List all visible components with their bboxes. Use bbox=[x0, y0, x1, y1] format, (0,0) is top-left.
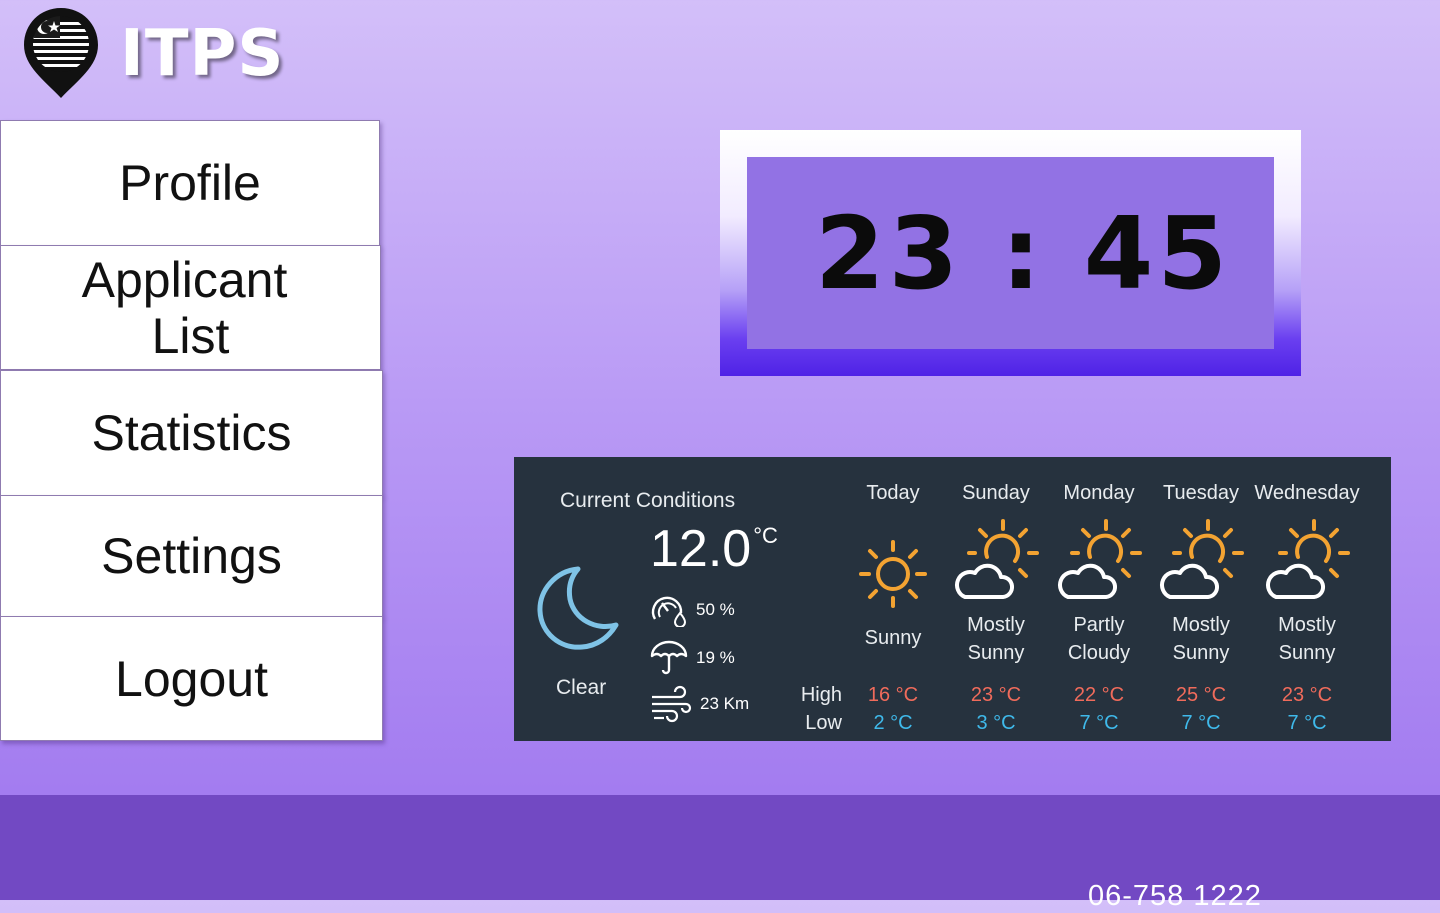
forecast-condition-line1: Mostly bbox=[1278, 614, 1336, 636]
forecast-low: 7 °C bbox=[1287, 712, 1327, 734]
forecast-high: 25 °C bbox=[1175, 684, 1227, 706]
forecast-day-name: Monday bbox=[1063, 482, 1135, 504]
forecast-condition-line1: Mostly bbox=[967, 614, 1025, 636]
statistics-label: Statistics bbox=[91, 405, 292, 461]
settings-button[interactable]: Settings bbox=[0, 495, 383, 617]
applicant-list-label-line2: List bbox=[151, 307, 230, 364]
forecast-low: 7 °C bbox=[1181, 712, 1221, 734]
forecast-high: 16 °C bbox=[867, 684, 919, 706]
forecast-day-today: Today Sunny 16 °C 2 °C bbox=[838, 457, 948, 741]
profile-label: Profile bbox=[119, 155, 261, 211]
precipitation-metric: 19 % bbox=[650, 640, 735, 676]
forecast-low: 7 °C bbox=[1079, 712, 1119, 734]
forecast-day-name: Tuesday bbox=[1163, 482, 1239, 504]
forecast-day-name: Today bbox=[866, 482, 920, 504]
logout-label: Logout bbox=[115, 650, 268, 707]
forecast-day-name: Wednesday bbox=[1254, 482, 1360, 504]
applicant-list-button[interactable]: Applicant List bbox=[0, 245, 381, 370]
logout-button[interactable]: Logout bbox=[0, 616, 383, 741]
forecast-low: 3 °C bbox=[976, 712, 1016, 734]
clock-time: 23 : 45 bbox=[815, 194, 1231, 312]
humidity-gauge-icon bbox=[651, 596, 687, 627]
weather-widget: Current Conditions 12.0°C Clear 50 % 19 … bbox=[514, 457, 1391, 741]
forecast-day-wednesday: Wednesday Mostly Sunny 23 °C 7 °C bbox=[1252, 457, 1362, 741]
sun-cloud-icon bbox=[1160, 519, 1244, 599]
forecast-day-name: Sunday bbox=[962, 482, 1030, 504]
current-temperature: 12.0°C bbox=[650, 519, 778, 579]
sun-cloud-icon bbox=[955, 519, 1039, 599]
humidity-metric: 50 % bbox=[650, 593, 735, 627]
applicant-list-label-line1: Applicant bbox=[81, 251, 288, 308]
current-condition: Clear bbox=[556, 676, 607, 699]
forecast-high: 23 °C bbox=[970, 684, 1022, 706]
forecast-condition-line2: Sunny bbox=[967, 642, 1025, 664]
temperature-unit: °C bbox=[753, 523, 778, 548]
forecast-condition-line1: Partly bbox=[1073, 614, 1125, 636]
sun-cloud-icon bbox=[1266, 519, 1350, 599]
profile-button[interactable]: Profile bbox=[0, 120, 380, 246]
precipitation-value: 19 % bbox=[696, 648, 735, 667]
sun-icon bbox=[859, 540, 927, 608]
forecast-condition-line2: Cloudy bbox=[1067, 642, 1131, 664]
sun-cloud-icon bbox=[1058, 519, 1142, 599]
clock-face: 23 : 45 bbox=[747, 157, 1274, 349]
forecast-condition-line1: Mostly bbox=[1172, 614, 1230, 636]
app-title: ITPS bbox=[120, 17, 285, 91]
humidity-value: 50 % bbox=[696, 600, 735, 619]
settings-label: Settings bbox=[101, 528, 282, 584]
clock-widget: 23 : 45 bbox=[720, 130, 1301, 376]
forecast-condition-line2: Sunny bbox=[1278, 642, 1336, 664]
forecast-day-sunday: Sunday Mostly Sunny 23 °C 3 °C bbox=[941, 457, 1051, 741]
wind-value: 23 Km bbox=[700, 694, 750, 713]
forecast-condition-line2: Sunny bbox=[1172, 642, 1230, 664]
forecast-day-tuesday: Tuesday Mostly Sunny 25 °C 7 °C bbox=[1146, 457, 1256, 741]
current-conditions-title: Current Conditions bbox=[560, 489, 736, 512]
high-label: High bbox=[800, 684, 842, 706]
wind-icon bbox=[652, 685, 692, 723]
wind-metric: 23 Km bbox=[650, 685, 749, 723]
umbrella-icon bbox=[650, 640, 688, 675]
low-label: Low bbox=[805, 712, 842, 734]
moon-icon bbox=[537, 566, 619, 650]
statistics-button[interactable]: Statistics bbox=[0, 370, 383, 496]
forecast-low: 2 °C bbox=[873, 712, 913, 734]
footer-phone: 06-758 1222 bbox=[1088, 880, 1262, 912]
forecast-high: 23 °C bbox=[1281, 684, 1333, 706]
forecast-condition: Sunny bbox=[864, 627, 922, 649]
forecast-day-monday: Monday Partly Cloudy 22 °C 7 °C bbox=[1044, 457, 1154, 741]
forecast-high: 22 °C bbox=[1073, 684, 1125, 706]
current-temperature-value: 12.0 bbox=[650, 520, 752, 578]
logo-icon bbox=[24, 8, 98, 98]
